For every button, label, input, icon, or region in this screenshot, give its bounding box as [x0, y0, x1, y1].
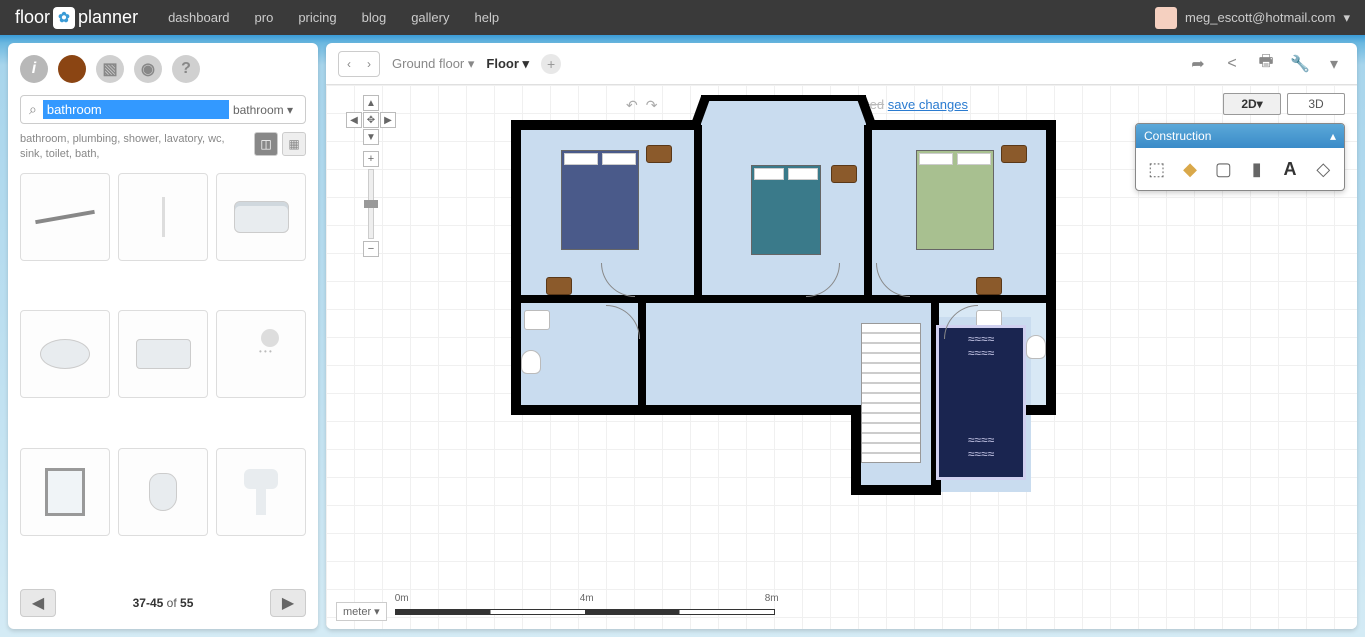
tool-wall[interactable]: ◆ [1177, 156, 1202, 182]
tags-row: bathroom, plumbing, shower, lavatory, wc… [20, 132, 306, 163]
pan-up[interactable]: ▲ [363, 95, 379, 111]
print-icon[interactable]: 🖶 [1255, 53, 1277, 75]
avatar [1155, 7, 1177, 29]
zoom-out[interactable]: − [363, 241, 379, 257]
view-2d-items[interactable]: ▦ [282, 132, 306, 156]
zoom-thumb[interactable] [364, 200, 378, 208]
pager: ◀ 37-45 of 55 ▶ [20, 589, 306, 617]
tool-door[interactable]: ▮ [1244, 156, 1269, 182]
furniture-icon[interactable] [58, 55, 86, 83]
item-bathtub[interactable] [216, 173, 306, 261]
item-mirror[interactable] [20, 448, 110, 536]
item-tub-oval[interactable] [20, 310, 110, 398]
item-pedestal-sink[interactable] [216, 448, 306, 536]
user-menu[interactable]: meg_escott@hotmail.com ▾ [1155, 7, 1350, 29]
export-icon[interactable]: ➦ [1187, 53, 1209, 75]
item-faucet[interactable] [118, 173, 208, 261]
tool-surface[interactable]: ▢ [1211, 156, 1236, 182]
floorplan[interactable]: ≈≈≈≈≈≈≈≈≈≈≈≈≈≈≈≈ [506, 95, 1066, 495]
scale-track [395, 609, 775, 615]
toilet[interactable] [1026, 335, 1046, 359]
view-3d-button[interactable]: 3D [1287, 93, 1345, 115]
view-switch: 2D ▾ 3D [1223, 93, 1345, 115]
bed-3[interactable] [916, 150, 994, 250]
sink[interactable] [524, 310, 550, 330]
category-dropdown[interactable]: bathroom ▾ [229, 103, 297, 117]
item-shower[interactable]: • • • [216, 310, 306, 398]
pan-right[interactable]: ▶ [380, 112, 396, 128]
main-wrap: i ▧ ◉ ? ⌕ bathroom ▾ bathroom, plumbing,… [0, 35, 1365, 637]
canvas-body[interactable]: ▲ ◀✥▶ ▼ + − ↶ ↷ second design has change… [326, 85, 1357, 629]
nightstand[interactable] [831, 165, 857, 183]
nightstand[interactable] [976, 277, 1002, 295]
collapse-icon[interactable]: ▴ [1330, 129, 1336, 143]
nav-dashboard[interactable]: dashboard [168, 10, 229, 25]
page-info: 37-45 of 55 [133, 596, 194, 610]
pan-left[interactable]: ◀ [346, 112, 362, 128]
add-floor-button[interactable]: + [541, 54, 561, 74]
staircase[interactable] [861, 323, 921, 463]
back-button[interactable]: ‹ [339, 52, 359, 76]
item-tub-rect[interactable] [118, 310, 208, 398]
tool-room[interactable]: ⬚ [1144, 156, 1169, 182]
left-panel: i ▧ ◉ ? ⌕ bathroom ▾ bathroom, plumbing,… [8, 43, 318, 629]
zoom-slider[interactable] [368, 169, 374, 239]
construction-header[interactable]: Construction ▴ [1136, 124, 1344, 148]
user-email: meg_escott@hotmail.com [1185, 10, 1335, 25]
settings-icon[interactable]: 🔧 [1289, 53, 1311, 75]
pan-center[interactable]: ✥ [363, 112, 379, 128]
floor-ground[interactable]: Ground floor ▾ [392, 56, 474, 72]
zoom-in[interactable]: + [363, 151, 379, 167]
canvas-toolbar: ‹ › Ground floor ▾ Floor ▾ + ➦ < 🖶 🔧 ▾ [326, 43, 1357, 85]
nav-help[interactable]: help [474, 10, 499, 25]
unit-select[interactable]: meter ▾ [336, 602, 387, 621]
info-icon[interactable]: i [20, 55, 48, 83]
history-arrows: ‹ › [338, 51, 380, 77]
items-grid: • • • [20, 173, 306, 577]
globe-icon[interactable]: ◉ [134, 55, 162, 83]
logo[interactable]: floor ✿ planner [15, 7, 138, 29]
pan-control: ▲ ◀✥▶ ▼ + − [346, 95, 396, 257]
floor-current[interactable]: Floor ▾ [486, 56, 529, 72]
tool-dimension[interactable]: ◇ [1311, 156, 1336, 182]
search-icon: ⌕ [29, 101, 37, 118]
view-3d-items[interactable]: ◫ [254, 132, 278, 156]
panel-icons: i ▧ ◉ ? [20, 55, 306, 83]
nightstand[interactable] [546, 277, 572, 295]
canvas-area: ‹ › Ground floor ▾ Floor ▾ + ➦ < 🖶 🔧 ▾ ▲… [326, 43, 1357, 629]
forward-button[interactable]: › [359, 52, 379, 76]
help-icon[interactable]: ? [172, 55, 200, 83]
next-page-button[interactable]: ▶ [270, 589, 306, 617]
bed-1[interactable] [561, 150, 639, 250]
view-2d-button[interactable]: 2D ▾ [1223, 93, 1281, 115]
nav-blog[interactable]: blog [362, 10, 387, 25]
search-row: ⌕ bathroom ▾ [20, 95, 306, 124]
scale-bar: meter ▾ 0m 4m 8m [336, 602, 775, 621]
rug[interactable]: ≈≈≈≈≈≈≈≈≈≈≈≈≈≈≈≈ [936, 325, 1026, 480]
chevron-down-icon: ▾ [1343, 10, 1350, 26]
construction-panel: Construction ▴ ⬚ ◆ ▢ ▮ A ◇ [1135, 123, 1345, 191]
prev-page-button[interactable]: ◀ [20, 589, 56, 617]
nightstand[interactable] [646, 145, 672, 163]
item-drain[interactable] [20, 173, 110, 261]
nav-gallery[interactable]: gallery [411, 10, 449, 25]
images-icon[interactable]: ▧ [96, 55, 124, 83]
view-toggle: ◫ ▦ [254, 132, 306, 156]
tool-text[interactable]: A [1277, 156, 1302, 182]
top-nav: floor ✿ planner dashboard pro pricing bl… [0, 0, 1365, 35]
item-urinal[interactable] [118, 448, 208, 536]
share-icon[interactable]: < [1221, 53, 1243, 75]
logo-text-left: floor [15, 7, 50, 28]
pan-down[interactable]: ▼ [363, 129, 379, 145]
nightstand[interactable] [1001, 145, 1027, 163]
search-input[interactable] [43, 100, 229, 119]
nav-pro[interactable]: pro [255, 10, 274, 25]
toilet[interactable] [521, 350, 541, 374]
logo-text-right: planner [78, 7, 138, 28]
more-icon[interactable]: ▾ [1323, 53, 1345, 75]
nav-pricing[interactable]: pricing [298, 10, 336, 25]
logo-icon: ✿ [53, 7, 75, 29]
tags-text: bathroom, plumbing, shower, lavatory, wc… [20, 132, 246, 163]
zoom-control: + − [346, 151, 396, 257]
